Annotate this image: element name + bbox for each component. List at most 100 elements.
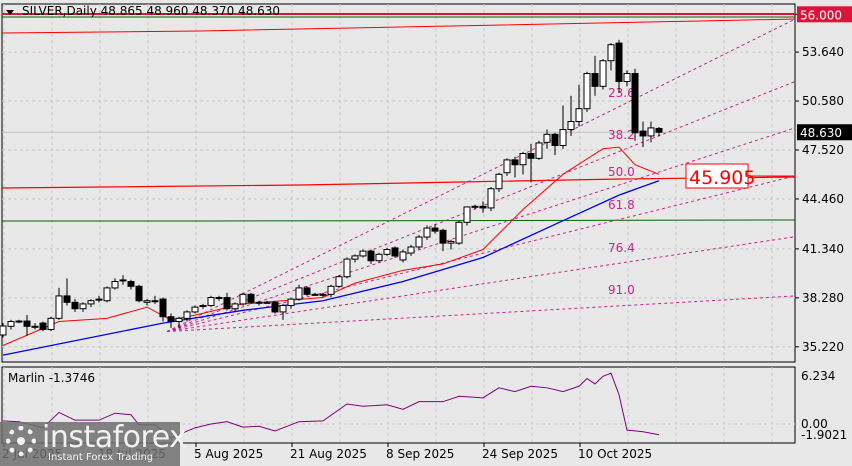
candle <box>191 305 199 314</box>
candle-body <box>183 311 191 319</box>
candle <box>87 299 95 308</box>
current-price-tag-label: 48.630 <box>800 126 842 140</box>
candle-body <box>303 287 311 295</box>
candle-body <box>639 130 647 137</box>
candle <box>55 287 63 320</box>
candle-body <box>479 205 487 209</box>
candle <box>175 316 183 328</box>
candle-body <box>127 281 135 287</box>
candle-body <box>535 142 543 159</box>
candle <box>407 244 415 256</box>
candle <box>247 292 255 304</box>
fast-moving-average-line <box>2 146 660 346</box>
candle <box>223 292 231 311</box>
price-tick-label: 41.340 <box>802 242 844 256</box>
candle-body <box>151 300 159 303</box>
candle-body <box>567 121 575 131</box>
date-tick-label: 24 Sep 2025 <box>482 447 558 461</box>
oscillator-tick-label: 6.234 <box>801 369 835 383</box>
date-tick-label: 21 Aug 2025 <box>290 447 367 461</box>
candle <box>591 55 599 96</box>
candle <box>303 286 311 296</box>
candle <box>559 105 567 149</box>
candle-body <box>215 297 223 300</box>
slow-moving-average-line <box>2 180 660 356</box>
candle <box>135 284 143 303</box>
candle <box>423 225 431 240</box>
candle-body <box>271 301 279 313</box>
candle-body <box>7 321 15 327</box>
candle-body <box>359 250 367 257</box>
fib-fan-label: 76.4 <box>608 241 635 255</box>
candle <box>503 158 511 176</box>
candle-body <box>175 317 183 323</box>
candle-body <box>447 241 455 244</box>
candle-body <box>31 325 39 328</box>
candle <box>551 132 559 156</box>
candle <box>367 249 375 264</box>
candle-body <box>63 295 71 303</box>
candle <box>95 295 103 303</box>
candle-body <box>23 320 31 327</box>
candle <box>511 156 519 178</box>
oscillator-tick-label: -1.9021 <box>801 428 847 442</box>
candle-body <box>87 300 95 305</box>
candle-body <box>39 322 47 331</box>
marlin-indicator-label: Marlin -1.3746 <box>8 371 96 385</box>
candle-body <box>351 255 359 260</box>
date-tick-label: 5 Aug 2025 <box>194 447 263 461</box>
price-tick-label: 35.220 <box>802 340 844 354</box>
candle <box>351 254 359 263</box>
candle-body <box>263 301 271 304</box>
gear-logo-icon <box>6 426 36 456</box>
candle <box>327 284 335 298</box>
candle-body <box>591 73 599 87</box>
candle-body <box>527 153 535 159</box>
candle-body <box>383 249 391 255</box>
candle <box>7 319 15 330</box>
candle <box>455 220 463 245</box>
candle <box>383 247 391 256</box>
candle <box>431 223 439 234</box>
candle-body <box>399 251 407 261</box>
date-tick-label: 8 Sep 2025 <box>386 447 454 461</box>
candle <box>487 187 495 212</box>
candle-body <box>143 300 151 303</box>
candle-body <box>191 306 199 313</box>
candle-body <box>407 246 415 254</box>
level-56-tag-label: 56.000 <box>800 8 842 22</box>
candle <box>15 319 23 324</box>
candle <box>575 84 583 127</box>
date-tick-label: 10 Oct 2025 <box>578 447 652 461</box>
candle-body <box>159 298 167 318</box>
candle-body <box>199 305 207 308</box>
instaforex-logo: instaforex Instant Forex Trading <box>0 420 187 466</box>
candle <box>631 68 639 141</box>
candle-body <box>95 298 103 301</box>
candle <box>375 252 383 263</box>
candle <box>479 201 487 213</box>
candle <box>271 300 279 314</box>
candle <box>623 70 631 87</box>
candle-body <box>239 293 247 305</box>
candle-body <box>463 206 471 223</box>
candle <box>415 235 423 250</box>
candle-body <box>607 44 615 62</box>
candle-body <box>103 287 111 302</box>
silver-daily-chart[interactable]: 53.640 50.580 47.520 44.460 41.340 38.280 35.2… <box>0 0 852 466</box>
candle-body <box>391 247 399 257</box>
candle <box>399 249 407 263</box>
candle <box>151 295 159 304</box>
candle <box>111 278 119 290</box>
candle-body <box>287 298 295 307</box>
candle <box>295 284 303 301</box>
fib-fan-label: 50.0 <box>608 165 635 179</box>
candle <box>31 323 39 330</box>
candle <box>231 302 239 312</box>
candle <box>63 278 71 306</box>
candle-body <box>487 188 495 209</box>
candle <box>167 313 175 328</box>
candle-body <box>247 293 255 303</box>
candle-body <box>79 303 87 310</box>
candle-body <box>623 73 631 83</box>
